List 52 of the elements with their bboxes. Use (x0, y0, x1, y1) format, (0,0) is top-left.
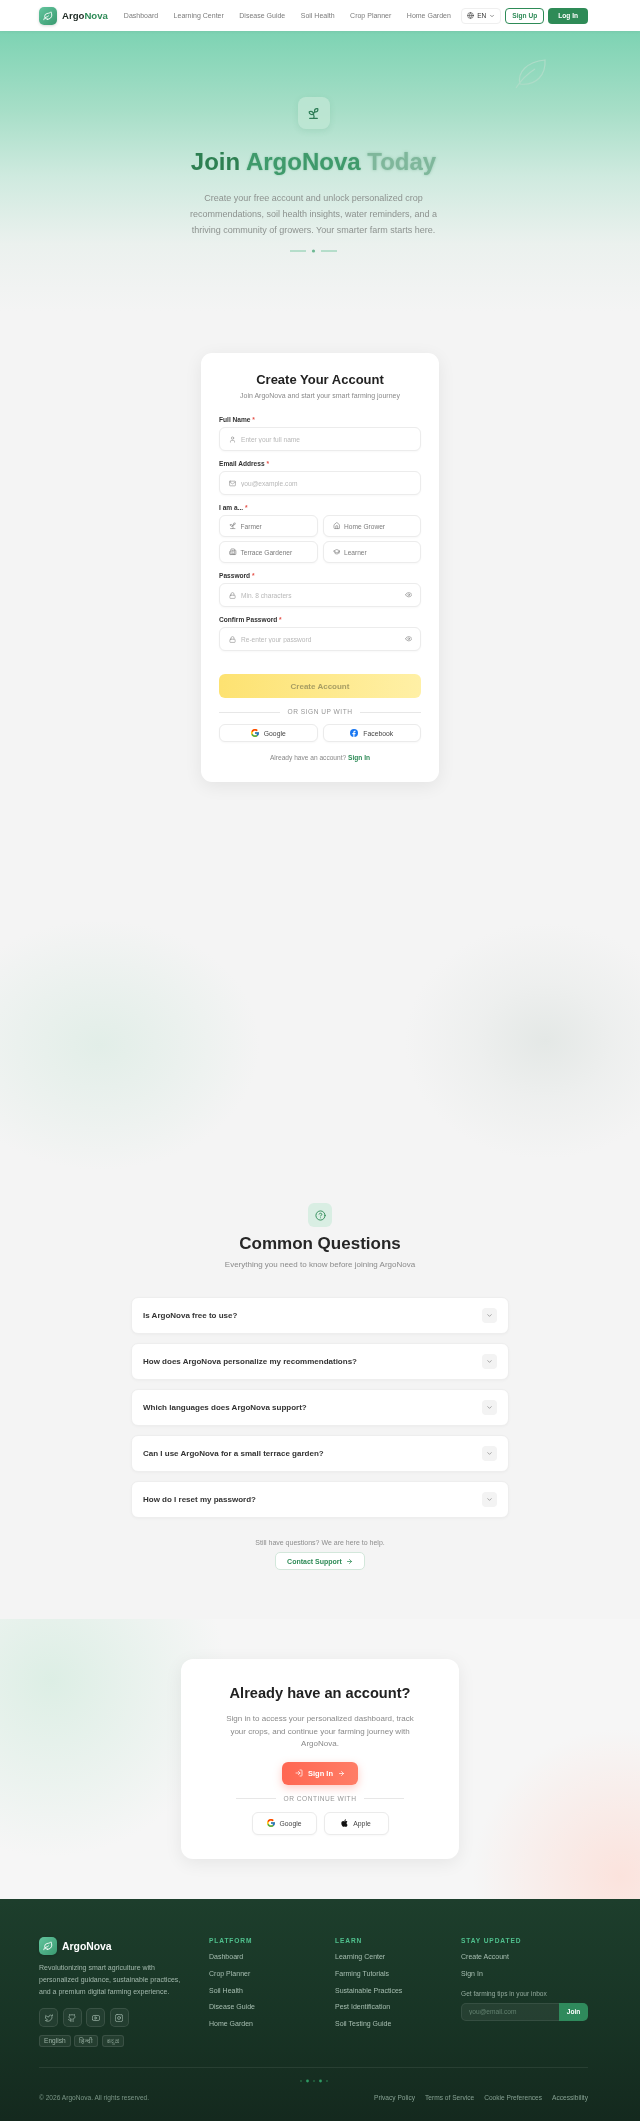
signin-title: Already have an account? (229, 1684, 411, 1702)
faq-title: Common Questions (239, 1234, 401, 1254)
building-icon (229, 548, 237, 556)
faq-item[interactable]: Can I use ArgoNova for a small terrace garden? (131, 1435, 509, 1472)
faq-item[interactable]: How does ArgoNova personalize my recommendations? (131, 1343, 509, 1380)
signin-description: Sign in to access your personalized dashboard, track your crops, and continue your farming journey with ArgoNova. (225, 1713, 415, 1750)
social-link[interactable] (62, 2008, 82, 2027)
faq-item[interactable]: Which languages does ArgoNova support? (131, 1389, 509, 1426)
social-link[interactable] (86, 2008, 105, 2027)
mail-icon (229, 479, 236, 487)
g-logo-icon (266, 1819, 275, 1827)
f-logo-icon (350, 729, 359, 737)
arrow-right-icon (345, 1557, 353, 1565)
card-title: Create Your Account (255, 372, 385, 387)
house-icon (332, 522, 340, 530)
footer-brand-name: ArgoNova (62, 1939, 112, 1953)
leaf-logo-icon (39, 6, 57, 25)
leaf-logo-icon (39, 1937, 57, 1955)
eye-icon[interactable] (404, 591, 412, 599)
chevron-down-icon (482, 1446, 497, 1461)
brand-name[interactable]: ArgoNova (62, 9, 108, 22)
user-icon (229, 435, 236, 443)
g-logo-icon (250, 729, 259, 737)
graduation-cap-icon (332, 548, 340, 556)
line-dot-divider-drawing (290, 249, 337, 253)
dots-drawing (299, 2079, 328, 2083)
sprout-icon (229, 522, 237, 530)
hero-description: Create your free account and unlock personalized crop recommendations, soil health insights, water reminders, and a thriving community of growers. Your smarter farm starts here. (188, 192, 439, 237)
faq-item[interactable]: How do I reset my password? (131, 1481, 509, 1518)
hero-title: Join ArgoNova Today (190, 147, 437, 177)
cat-icon (68, 2013, 76, 2022)
lock-icon (229, 635, 236, 643)
globe-icon (467, 12, 475, 19)
faq-subtitle: Everything you need to know before joining ArgoNova (224, 1260, 416, 1270)
faq-item[interactable]: Is ArgoNova free to use? (131, 1297, 509, 1334)
social-link[interactable] (39, 2008, 58, 2027)
login-icon (295, 1769, 303, 1777)
chevron-down-icon (489, 12, 496, 19)
lock-icon (229, 591, 236, 599)
chevron-down-icon (482, 1492, 497, 1507)
arrow-right-icon (338, 1769, 345, 1777)
chevron-down-icon (482, 1308, 497, 1323)
bird-icon (44, 2013, 53, 2022)
social-link[interactable] (109, 2008, 129, 2027)
eye-icon[interactable] (404, 635, 412, 643)
chevron-down-icon (482, 1354, 497, 1369)
play-icon (91, 2013, 100, 2022)
sprout-icon (297, 97, 330, 129)
apple-icon (341, 1819, 349, 1827)
leaf-outline-icon (513, 58, 547, 90)
chevron-down-icon (482, 1400, 497, 1415)
camera-icon (115, 2013, 123, 2022)
